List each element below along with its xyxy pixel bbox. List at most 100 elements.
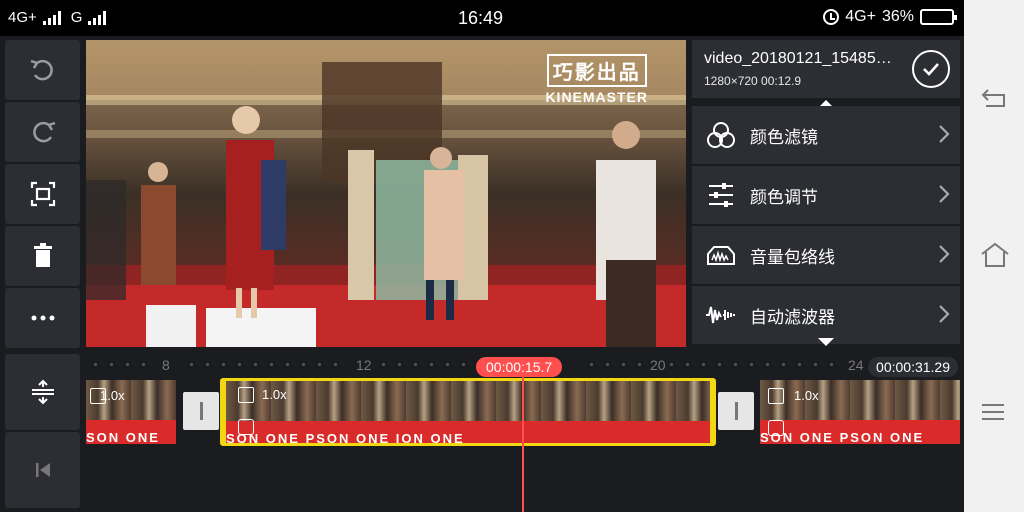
more-button[interactable] [5, 288, 80, 348]
ruler-dot [670, 363, 673, 366]
ruler-dot [254, 363, 257, 366]
playhead[interactable] [522, 372, 524, 512]
chevron-right-icon [939, 305, 950, 323]
chevron-right-icon [939, 125, 950, 143]
undo-icon [30, 59, 53, 81]
jump-to-start-button[interactable] [5, 432, 80, 508]
redo-button[interactable] [5, 102, 80, 162]
transition-icon [199, 402, 203, 420]
transition-icon [734, 402, 738, 420]
ruler-tick: 24 [848, 357, 864, 373]
ruler-dot [686, 363, 689, 366]
ruler-dot [382, 363, 385, 366]
watermark-en: KINEMASTER [545, 89, 648, 105]
chevron-right-icon [939, 245, 950, 263]
ruler-dot [446, 363, 449, 366]
clip-effect-icon [238, 419, 254, 435]
ruler-dot [222, 363, 225, 366]
film-icon [768, 388, 784, 404]
ruler-dot [206, 363, 209, 366]
total-duration: 00:00:31.29 [868, 357, 958, 377]
color-adjust-icon [704, 178, 738, 212]
ruler-dot [430, 363, 433, 366]
transition-button[interactable] [718, 392, 754, 430]
clip-speed: 1.0x [100, 388, 125, 403]
ruler-dot [606, 363, 609, 366]
trash-icon [33, 243, 52, 267]
menu-item-volume-envelope[interactable]: 音量包络线 [692, 226, 960, 284]
ruler-dot [782, 363, 785, 366]
ruler-dot [638, 363, 641, 366]
ruler-dot [190, 363, 193, 366]
film-icon [238, 387, 254, 403]
ruler-tick: 20 [650, 357, 666, 373]
more-icon [31, 315, 54, 321]
color-filter-icon [704, 118, 738, 152]
transition-button[interactable] [183, 392, 219, 430]
ruler-dot [94, 363, 97, 366]
menu-item-auto-filter[interactable]: 自动滤波器 [692, 286, 960, 344]
network-type-2: G [70, 9, 83, 26]
clip-filename: video_20180121_15485… [704, 50, 892, 67]
clock: 16:49 [458, 8, 504, 28]
current-timecode: 00:00:15.7 [476, 357, 563, 377]
jump-to-start-icon [35, 463, 50, 477]
ruler-dot [334, 363, 337, 366]
ruler-dot [318, 363, 321, 366]
clip-effect-icon [768, 420, 784, 436]
menu-icon[interactable] [980, 402, 1006, 422]
ruler-tick: 12 [356, 357, 372, 373]
menu-item-label: 音量包络线 [750, 247, 835, 268]
clip-resolution-duration: 1280×720 00:12.9 [704, 74, 802, 88]
network-type-3: 4G+ [845, 8, 876, 25]
ruler-dot [590, 363, 593, 366]
ruler-dot [622, 363, 625, 366]
ruler-dot [238, 363, 241, 366]
delete-button[interactable] [5, 226, 80, 286]
ruler-dot [270, 363, 273, 366]
ruler-dot [718, 363, 721, 366]
undo-button[interactable] [5, 40, 80, 100]
ruler-dot [110, 363, 113, 366]
volume-envelope-icon [704, 238, 738, 272]
ruler-dot [734, 363, 737, 366]
clip-info-header: video_20180121_15485… 1280×720 00:12.9 [692, 40, 960, 98]
ruler-dot [414, 363, 417, 366]
menu-item-label: 颜色调节 [750, 187, 818, 208]
selected-timeline-clip[interactable]: SON ONE PSON ONE ION ONE 1.0x [220, 378, 716, 446]
status-bar: 4G+ G 16:49 4G+ 36% [0, 0, 964, 36]
menu-item-color-filter[interactable]: 颜色滤镜 [692, 106, 960, 164]
alarm-icon [823, 9, 840, 25]
clip-thumbnail-text: SON ONE PSON ONE ION ONE [226, 431, 465, 445]
timeline-clip[interactable]: SON ONE 1.0x [86, 380, 176, 444]
ruler-dot [750, 363, 753, 366]
expand-timeline-button[interactable] [5, 354, 80, 430]
ruler-dot [142, 363, 145, 366]
battery-percent: 36% [881, 8, 914, 25]
ruler-dot [814, 363, 817, 366]
timeline[interactable]: 8 12 20 24 00:00:15.7 00:00:31.29 SON ON… [86, 352, 960, 512]
crop-icon [30, 181, 55, 207]
battery-icon [920, 9, 957, 25]
redo-icon [32, 121, 55, 143]
clip-thumbnail-text: SON ONE PSON ONE [760, 430, 925, 444]
confirm-button[interactable] [912, 50, 950, 88]
timeline-clip[interactable]: SON ONE PSON ONE 1.0x [760, 380, 960, 444]
back-icon[interactable] [980, 86, 1008, 110]
navigation-bar [964, 0, 1024, 512]
ruler-dot [398, 363, 401, 366]
ruler-dot [462, 363, 465, 366]
watermark-cn: 巧影出品 [546, 54, 647, 87]
network-type-1: 4G+ [8, 9, 37, 26]
expand-vertical-icon [31, 379, 54, 405]
auto-filter-icon [704, 298, 738, 332]
signal-icon-2 [88, 10, 107, 25]
menu-item-color-adjust[interactable]: 颜色调节 [692, 166, 960, 224]
ruler-dot [766, 363, 769, 366]
scroll-down-indicator [818, 338, 834, 346]
crop-button[interactable] [5, 164, 80, 224]
video-preview[interactable]: 巧影出品 KINEMASTER [86, 40, 686, 347]
home-icon[interactable] [980, 242, 1010, 268]
menu-item-label: 自动滤波器 [750, 307, 835, 328]
checkmark-icon [923, 63, 939, 76]
